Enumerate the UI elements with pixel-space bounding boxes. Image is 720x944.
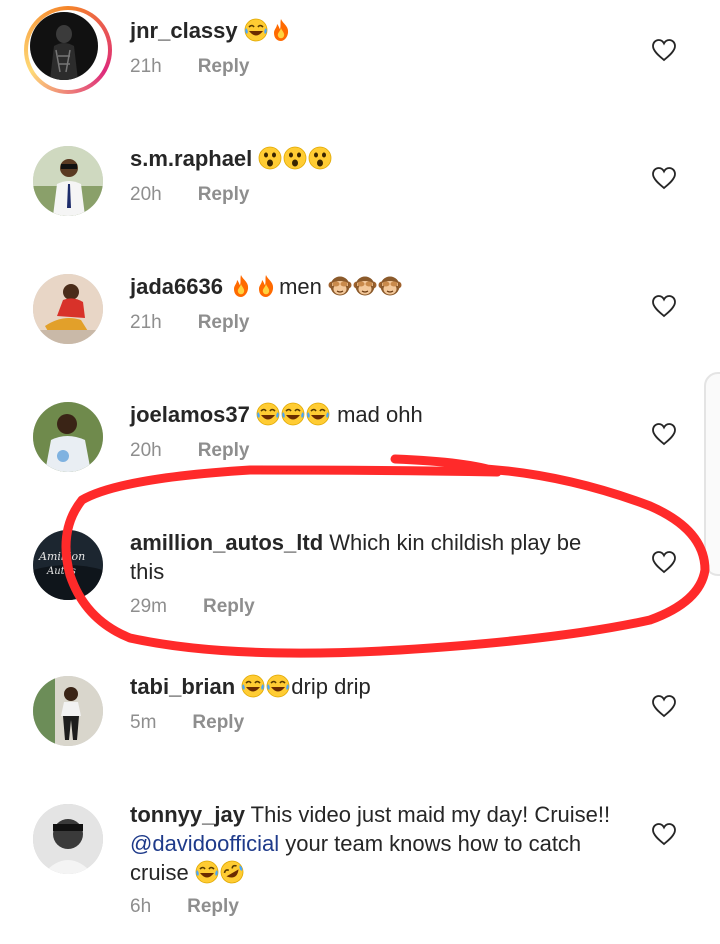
heart-icon[interactable]: [651, 694, 677, 718]
comment-body: This video just maid my day! Cruise!!: [250, 802, 611, 827]
reply-button[interactable]: Reply: [187, 896, 239, 917]
timestamp: 21h: [130, 312, 162, 333]
comment-meta: 20h Reply: [130, 184, 249, 206]
heart-icon[interactable]: [651, 550, 677, 574]
comment-meta: 21h Reply: [130, 312, 249, 334]
reply-button[interactable]: Reply: [198, 184, 250, 205]
joy-emoji: [244, 18, 268, 42]
comment-body: mad ohh: [337, 402, 423, 427]
scroll-handle[interactable]: [704, 372, 720, 576]
joy-emoji: [281, 402, 305, 426]
svg-text:Autos: Autos: [46, 566, 76, 577]
comment-text: tonnyy_jay This video just maid my day! …: [130, 800, 630, 887]
joy-emoji: [241, 674, 265, 698]
username[interactable]: s.m.raphael: [130, 146, 252, 171]
avatar[interactable]: [33, 274, 103, 344]
fire-emoji: [269, 18, 293, 42]
heart-icon[interactable]: [651, 38, 677, 62]
rolling-on-floor-laughing-emoji: [220, 860, 244, 884]
reply-button[interactable]: Reply: [203, 596, 255, 617]
avatar[interactable]: Amillion Autos: [33, 530, 103, 600]
avatar[interactable]: [33, 804, 103, 874]
see-no-evil-monkey-emoji: [378, 274, 402, 298]
heart-icon[interactable]: [651, 166, 677, 190]
username[interactable]: amillion_autos_ltd: [130, 530, 323, 555]
avatar[interactable]: [33, 146, 103, 216]
timestamp: 20h: [130, 184, 162, 205]
joy-emoji: [266, 674, 290, 698]
timestamp: 20h: [130, 440, 162, 461]
username[interactable]: tabi_brian: [130, 674, 235, 699]
reply-button[interactable]: Reply: [192, 712, 244, 733]
timestamp: 29m: [130, 596, 167, 617]
see-no-evil-monkey-emoji: [353, 274, 377, 298]
comment-text: s.m.raphael: [130, 144, 630, 173]
comment-text: joelamos37 mad ohh: [130, 400, 630, 429]
comment-text: amillion_autos_ltd Which kin childish pl…: [130, 528, 620, 586]
reply-button[interactable]: Reply: [198, 56, 250, 77]
reply-button[interactable]: Reply: [198, 440, 250, 461]
comment-meta: 6h Reply: [130, 896, 239, 918]
comment-text: tabi_brian drip drip: [130, 672, 630, 701]
astonished-emoji: [283, 146, 307, 170]
username[interactable]: jada6636: [130, 274, 223, 299]
timestamp: 6h: [130, 896, 152, 917]
comment-meta: 20h Reply: [130, 440, 249, 462]
story-ring[interactable]: [24, 6, 112, 94]
fire-emoji: [254, 274, 278, 298]
heart-icon[interactable]: [651, 822, 677, 846]
astonished-emoji: [258, 146, 282, 170]
fire-emoji: [229, 274, 253, 298]
avatar[interactable]: [33, 676, 103, 746]
joy-emoji: [195, 860, 219, 884]
comment-text: jada6636 men: [130, 272, 630, 301]
avatar[interactable]: [30, 12, 98, 80]
comment-text: jnr_classy: [130, 16, 630, 45]
heart-icon[interactable]: [651, 294, 677, 318]
comment-meta: 29m Reply: [130, 596, 255, 618]
username[interactable]: jnr_classy: [130, 18, 238, 43]
see-no-evil-monkey-emoji: [328, 274, 352, 298]
svg-text:Amillion: Amillion: [38, 550, 85, 563]
joy-emoji: [306, 402, 330, 426]
timestamp: 5m: [130, 712, 157, 733]
comment-meta: 5m Reply: [130, 712, 244, 734]
username[interactable]: tonnyy_jay: [130, 802, 245, 827]
comment-meta: 21h Reply: [130, 56, 249, 78]
avatar[interactable]: [33, 402, 103, 472]
heart-icon[interactable]: [651, 422, 677, 446]
username[interactable]: joelamos37: [130, 402, 250, 427]
mention-link[interactable]: @davidoofficial: [130, 831, 279, 856]
joy-emoji: [256, 402, 280, 426]
comment-body: men: [279, 274, 322, 299]
astonished-emoji: [308, 146, 332, 170]
comment-body: drip drip: [291, 674, 371, 699]
timestamp: 21h: [130, 56, 162, 77]
reply-button[interactable]: Reply: [198, 312, 250, 333]
